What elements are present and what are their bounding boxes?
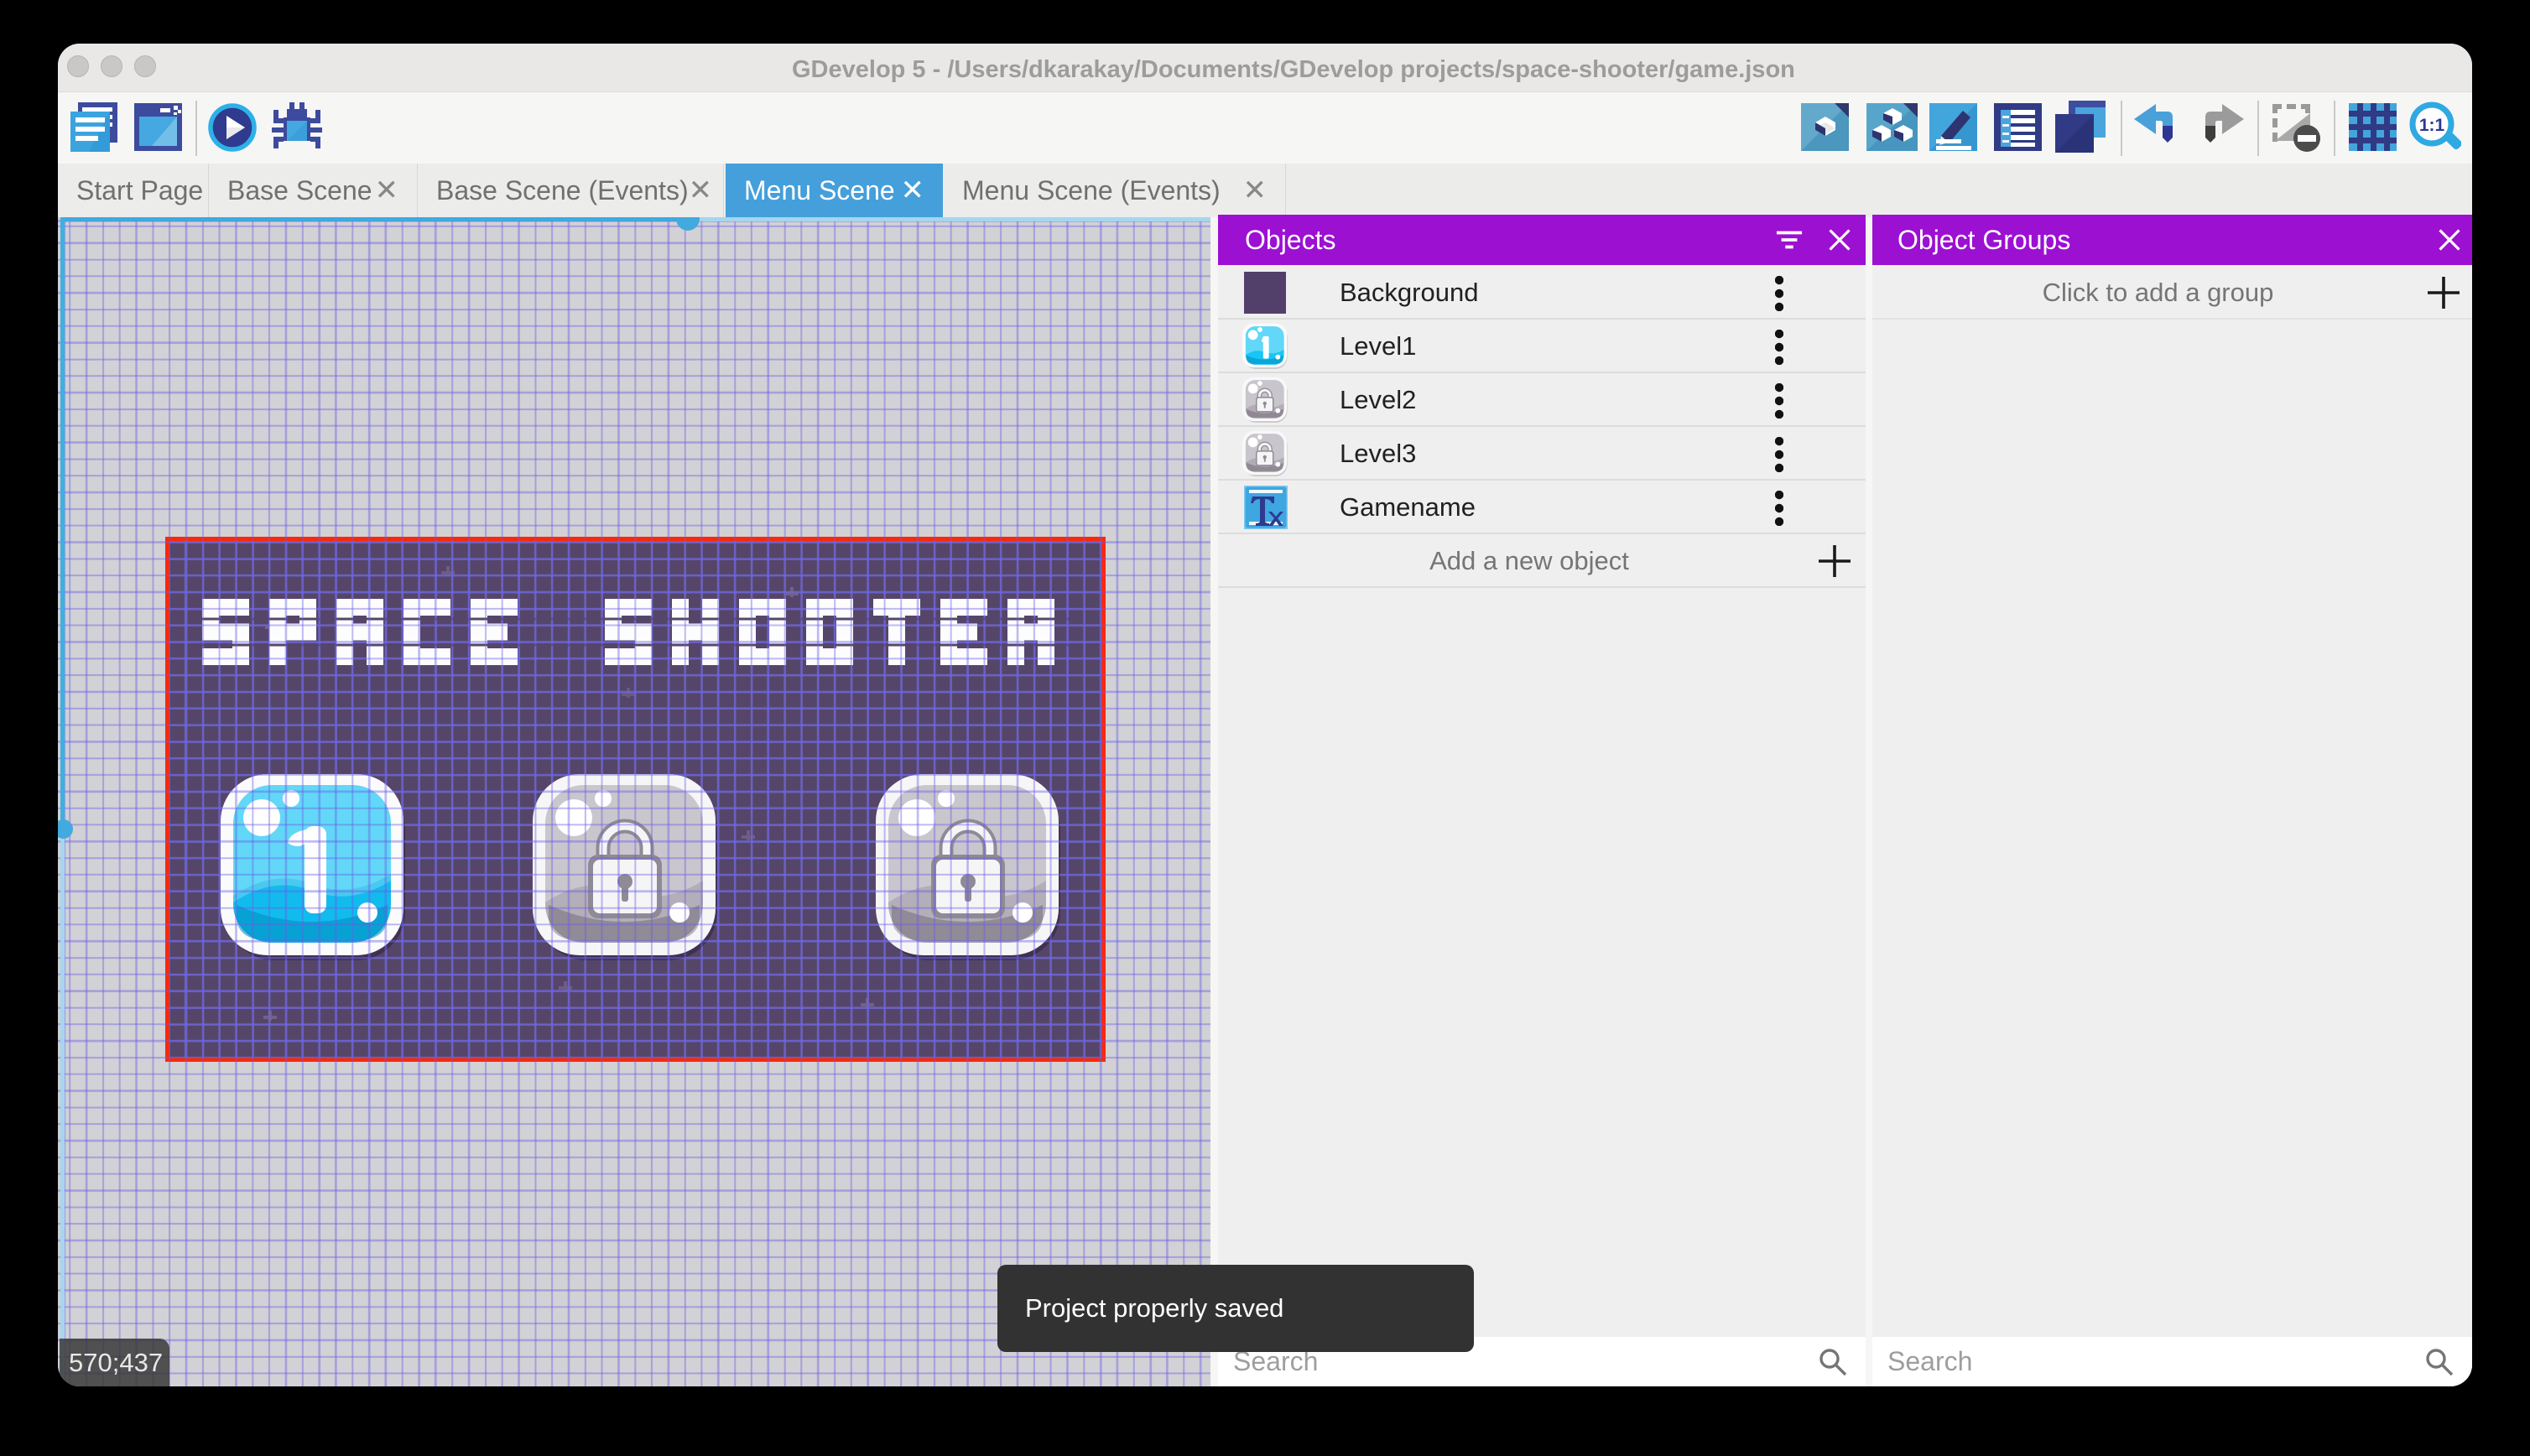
svg-text:1:1: 1:1 bbox=[2419, 116, 2445, 135]
